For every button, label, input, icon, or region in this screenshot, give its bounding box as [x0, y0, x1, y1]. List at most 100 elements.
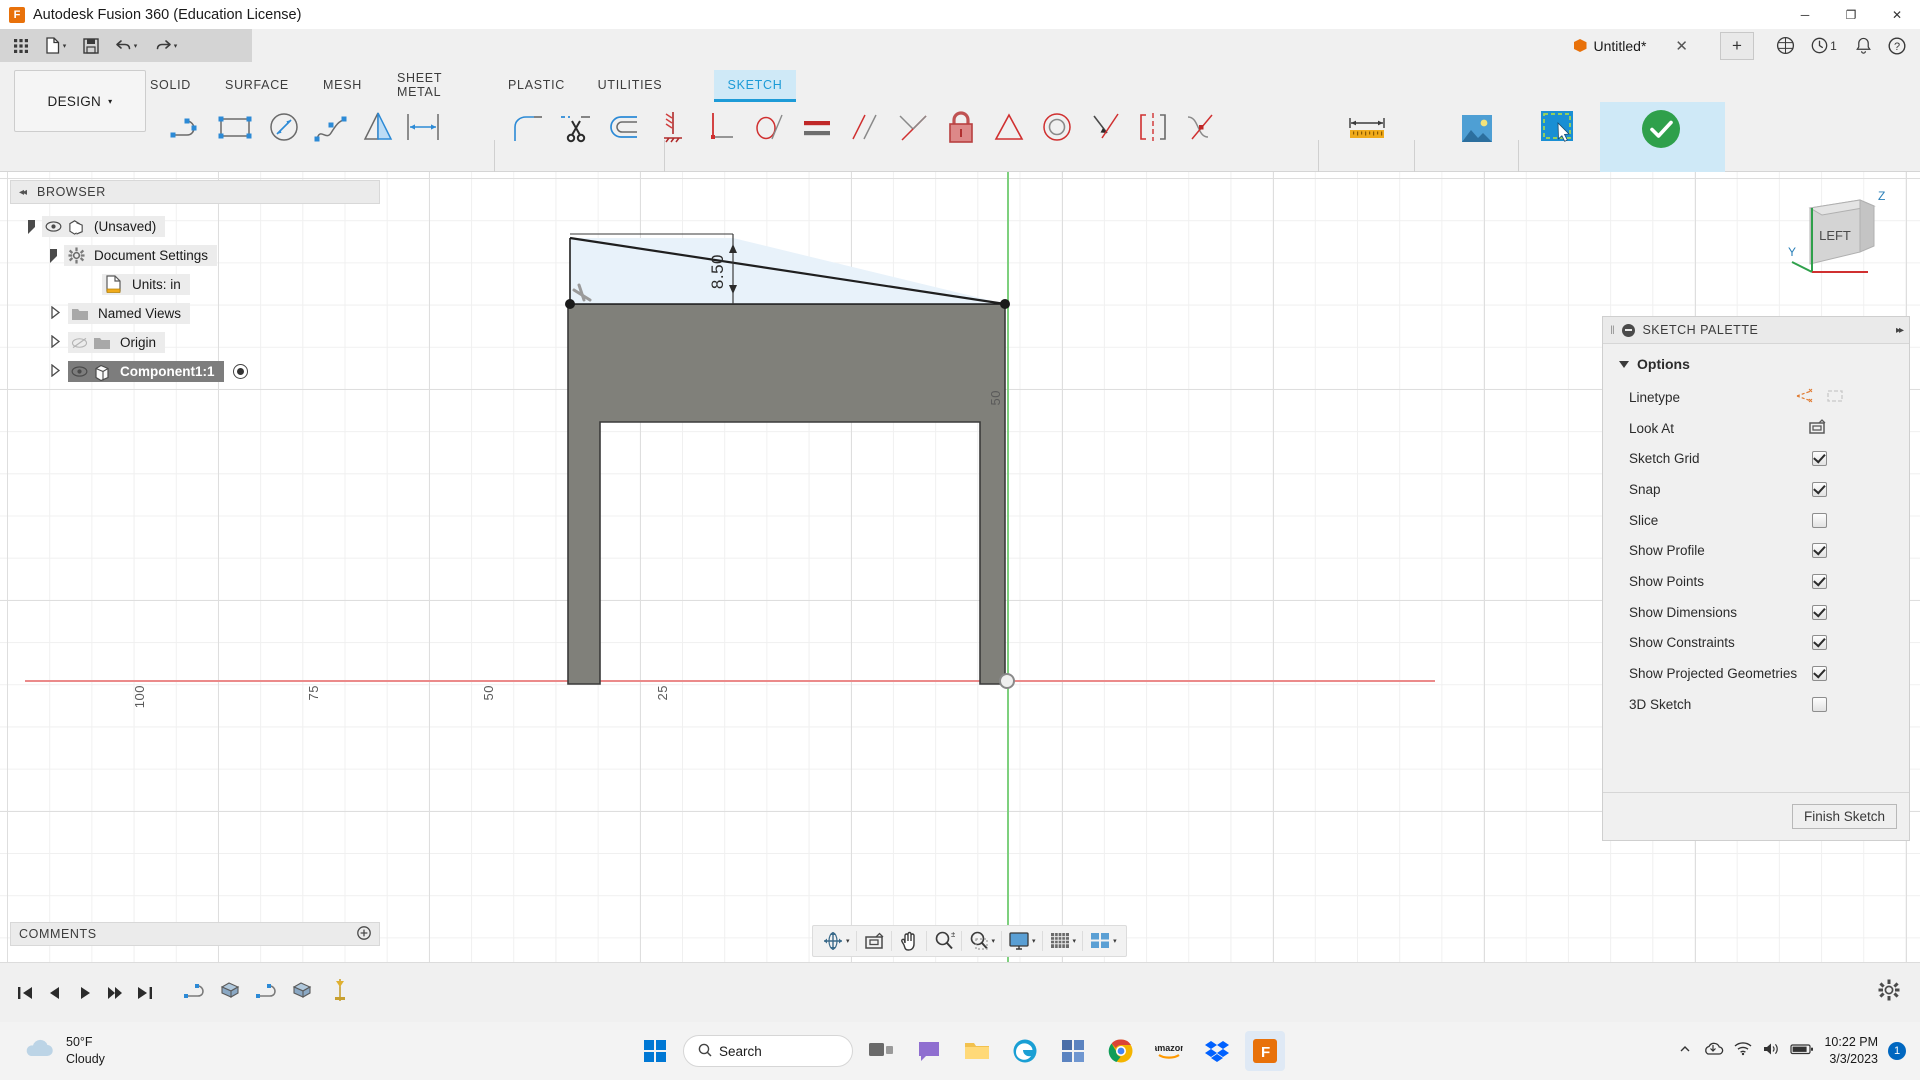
extension-icon[interactable]	[1768, 29, 1802, 62]
mirror-icon[interactable]	[355, 104, 401, 150]
step-back-icon[interactable]	[40, 976, 70, 1010]
timeline-feature-extrude-2[interactable]	[291, 978, 317, 1007]
sketch-dimension-icon[interactable]	[1340, 106, 1394, 152]
tangent-constraint-icon[interactable]	[746, 104, 792, 150]
battery-icon[interactable]	[1790, 1042, 1814, 1061]
minimize-button[interactable]: ─	[1782, 0, 1828, 29]
view-cube[interactable]: LEFT Z Y	[1788, 180, 1898, 290]
slice-checkbox[interactable]	[1812, 512, 1827, 528]
circle-icon[interactable]	[261, 104, 307, 150]
timeline-feature-sketch-2[interactable]	[255, 978, 281, 1007]
tree-item-unsaved[interactable]: (Unsaved)	[10, 212, 380, 241]
tab-sheet-metal[interactable]: SHEET METAL	[387, 70, 483, 100]
concentric-constraint-icon[interactable]	[1034, 104, 1080, 150]
expander-open-icon[interactable]	[28, 219, 35, 234]
tab-plastic[interactable]: PLASTIC	[508, 70, 565, 100]
show-profile-checkbox[interactable]	[1812, 543, 1827, 559]
spline-icon[interactable]	[309, 104, 355, 150]
expander-closed-icon[interactable]	[50, 334, 61, 351]
notification-badge[interactable]: 1	[1888, 1042, 1906, 1060]
tree-item-component1[interactable]: Component1:1	[10, 357, 380, 386]
drag-handle-icon[interactable]: ‖	[1610, 323, 1615, 337]
redo-icon[interactable]: ▾	[146, 32, 186, 59]
minus-circle-icon[interactable]	[1622, 323, 1636, 337]
rectangle-icon[interactable]	[213, 104, 259, 150]
parallel-constraint-icon[interactable]	[842, 104, 888, 150]
visibility-eye-icon[interactable]	[68, 366, 90, 377]
windows-start-icon[interactable]	[635, 1031, 675, 1071]
sketch-grid-checkbox[interactable]	[1812, 451, 1827, 467]
dimension-label[interactable]: 8.50	[708, 254, 728, 289]
expander-open-icon[interactable]	[50, 248, 57, 263]
symmetry-constraint-icon[interactable]	[1130, 104, 1176, 150]
zoom-window-icon[interactable]: ▾	[964, 926, 1000, 956]
microsoft-store-icon[interactable]	[1053, 1031, 1093, 1071]
curvature-constraint-icon[interactable]	[1178, 104, 1224, 150]
fix-unfix-constraint-icon[interactable]	[938, 104, 984, 150]
sketch-palette-header[interactable]: ‖ SKETCH PALETTE ▸▸	[1603, 317, 1909, 344]
task-view-icon[interactable]	[861, 1031, 901, 1071]
chrome-icon[interactable]	[1101, 1031, 1141, 1071]
chevron-up-icon[interactable]	[1678, 1042, 1692, 1061]
app-grid-icon[interactable]	[6, 32, 36, 59]
new-tab-button[interactable]: +	[1720, 31, 1754, 60]
timeline-feature-sketch-3[interactable]	[327, 977, 353, 1008]
timeline-feature-extrude-1[interactable]	[219, 978, 245, 1007]
bell-icon[interactable]	[1846, 29, 1880, 62]
display-settings-icon[interactable]: ▾	[1004, 926, 1040, 956]
visibility-eye-icon[interactable]	[42, 221, 64, 232]
comments-panel[interactable]: COMMENTS	[10, 922, 380, 946]
offset-icon[interactable]	[601, 104, 647, 150]
tab-mesh[interactable]: MESH	[320, 70, 365, 100]
collapse-left-icon[interactable]: ◂◂	[19, 187, 27, 198]
tab-surface[interactable]: SURFACE	[224, 70, 290, 100]
close-button[interactable]: ✕	[1874, 0, 1920, 29]
activate-component-radio[interactable]	[232, 364, 248, 379]
rectangular-pattern-icon[interactable]	[400, 104, 446, 150]
onedrive-icon[interactable]	[1702, 1041, 1724, 1062]
tree-item-origin[interactable]: Origin	[10, 328, 380, 357]
show-dimensions-checkbox[interactable]	[1812, 604, 1827, 620]
chevron-down-icon[interactable]: ▾	[1073, 937, 1077, 945]
volume-icon[interactable]	[1762, 1041, 1780, 1062]
add-comment-icon[interactable]	[357, 925, 371, 943]
settings-icon[interactable]	[1878, 979, 1900, 1006]
expand-right-icon[interactable]: ▸▸	[1896, 325, 1904, 336]
centerline-linetype-icon[interactable]	[1825, 388, 1845, 407]
orbit-icon[interactable]: ▾	[818, 926, 854, 956]
file-explorer-icon[interactable]	[957, 1031, 997, 1071]
equal-constraint-icon[interactable]	[794, 104, 840, 150]
pan-icon[interactable]	[894, 926, 924, 956]
edge-icon[interactable]	[1005, 1031, 1045, 1071]
browser-header[interactable]: ◂◂ BROWSER	[10, 180, 380, 204]
expander-closed-icon[interactable]	[50, 363, 61, 380]
look-at-icon[interactable]	[859, 926, 889, 956]
clock[interactable]: 10:22 PM 3/3/2023	[1824, 1034, 1878, 1068]
help-icon[interactable]: ?	[1880, 29, 1914, 62]
look-at-icon[interactable]	[1807, 418, 1827, 439]
finish-sketch-icon[interactable]	[1638, 106, 1684, 152]
collinear-constraint-icon[interactable]	[890, 104, 936, 150]
amazon-icon[interactable]: amazon	[1149, 1031, 1189, 1071]
workspace-switcher[interactable]: DESIGN ▾	[14, 70, 146, 132]
dropbox-icon[interactable]	[1197, 1031, 1237, 1071]
fillet-icon[interactable]	[505, 104, 551, 150]
viewports-icon[interactable]: ▾	[1085, 926, 1121, 956]
fusion360-icon[interactable]: F	[1245, 1031, 1285, 1071]
chevron-down-icon[interactable]: ▾	[846, 937, 850, 945]
trim-icon[interactable]	[553, 104, 599, 150]
snap-checkbox[interactable]	[1812, 481, 1827, 497]
tree-item-named-views[interactable]: Named Views	[10, 299, 380, 328]
expander-closed-icon[interactable]	[50, 305, 61, 322]
skip-to-beginning-icon[interactable]	[10, 976, 40, 1010]
midpoint-constraint-icon[interactable]	[986, 104, 1032, 150]
select-icon[interactable]	[1530, 104, 1584, 150]
palette-section-options[interactable]: Options	[1603, 344, 1909, 382]
save-icon[interactable]	[76, 32, 106, 59]
skip-to-end-icon[interactable]	[130, 976, 160, 1010]
3d-sketch-checkbox[interactable]	[1812, 696, 1827, 712]
close-icon[interactable]: ✕	[1675, 37, 1688, 55]
search-input[interactable]: Search	[683, 1035, 853, 1067]
chat-icon[interactable]	[909, 1031, 949, 1071]
chevron-down-icon[interactable]: ▾	[1032, 937, 1036, 945]
